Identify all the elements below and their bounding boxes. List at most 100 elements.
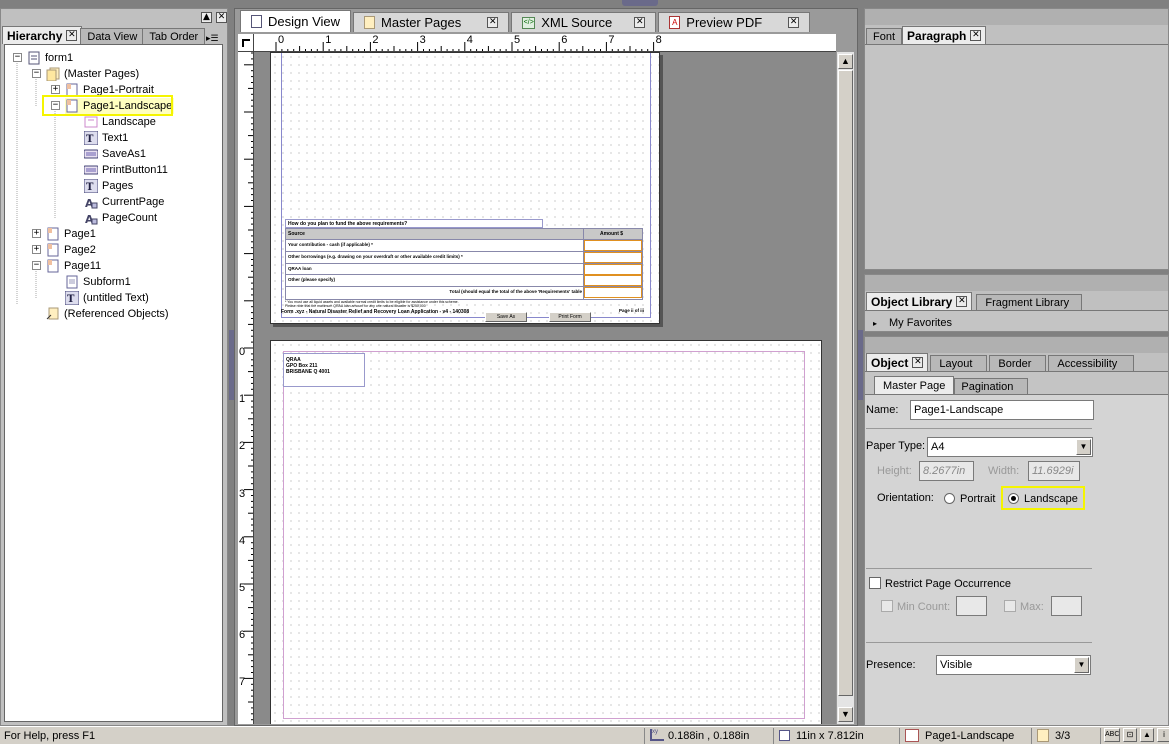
close-tab-icon[interactable]: ✕ [487, 17, 499, 28]
ruler-tick-label: 2 [372, 34, 379, 46]
close-tab-icon[interactable]: ✕ [956, 296, 968, 307]
close-tab-icon[interactable]: ✕ [634, 17, 646, 28]
subtab-pagination[interactable]: Pagination [954, 378, 1029, 394]
tab-tab-order[interactable]: Tab Order [142, 28, 206, 44]
tab-layout[interactable]: Layout [930, 355, 988, 371]
tree-node-label: Page11 [64, 260, 102, 272]
form-page-landscape[interactable]: QRAA GPO Box 211 BRISBANE Q 4001 [270, 340, 822, 724]
portrait-radio[interactable] [944, 493, 955, 504]
spell-check-icon[interactable]: ABC [1104, 728, 1120, 742]
library-item-favorites[interactable]: ▸ My Favorites [873, 317, 952, 329]
tree-expander-icon[interactable]: − [32, 261, 41, 270]
address-block[interactable]: QRAA GPO Box 211 BRISBANE Q 4001 [283, 353, 365, 387]
close-tab-icon[interactable]: ✕ [66, 30, 78, 41]
amount-input[interactable] [584, 240, 642, 251]
name-field[interactable]: Page1-Landscape [910, 400, 1094, 420]
scroll-up-icon[interactable]: ▲ [838, 54, 853, 69]
tree-expander-icon[interactable]: − [32, 69, 41, 78]
subtab-master-page[interactable]: Master Page [874, 376, 955, 394]
scroll-thumb[interactable] [838, 70, 853, 696]
tab-object[interactable]: Object ✕ [866, 353, 929, 371]
tree-node[interactable]: Page2 [46, 242, 96, 258]
panel-menu-icon[interactable]: ▸☰ [206, 33, 224, 43]
status-separator [899, 728, 900, 744]
top-splitter-handle[interactable] [622, 0, 658, 6]
subtab-master-page-label: Master Page [883, 379, 946, 392]
tab-xml-source[interactable]: </> XML Source ✕ [511, 12, 657, 32]
tree-node[interactable]: Page11 [46, 258, 101, 274]
info-icon[interactable]: i [1157, 728, 1169, 742]
vertical-scrollbar[interactable]: ▲ ▼ [836, 52, 854, 724]
tab-hierarchy[interactable]: Hierarchy ✕ [2, 26, 83, 44]
tree-node[interactable]: Subform1 [65, 274, 131, 290]
amount-input[interactable] [584, 275, 642, 287]
print-form-button[interactable]: Print Form [549, 312, 591, 322]
address-line: BRISBANE Q 4001 [286, 369, 330, 375]
tree-node[interactable]: (Master Pages) [46, 66, 139, 82]
tab-border[interactable]: Border [989, 355, 1047, 371]
library-panel-header [865, 275, 1168, 291]
referenced-objects-icon [46, 307, 60, 321]
tree-expander-icon[interactable]: + [32, 229, 41, 238]
tab-preview-pdf[interactable]: A Preview PDF ✕ [658, 12, 811, 32]
tree-node[interactable]: (Referenced Objects) [46, 306, 169, 322]
ruler-tick-label: 7 [239, 676, 246, 689]
tree-node[interactable]: T (untitled Text) [64, 290, 149, 306]
amount-input[interactable] [584, 251, 642, 263]
tab-master-pages[interactable]: Master Pages ✕ [353, 12, 510, 32]
funding-question: How do you plan to fund the above requir… [285, 219, 543, 228]
presence-select[interactable]: Visible ▼ [936, 655, 1091, 675]
restrict-occurrence-checkbox[interactable] [869, 577, 881, 589]
tree-node-label: Subform1 [83, 276, 131, 288]
close-tab-icon[interactable]: ✕ [970, 30, 982, 41]
max-field[interactable] [1051, 596, 1082, 616]
tree-expander-icon[interactable]: − [13, 53, 22, 62]
width-field[interactable]: 11.6929i [1028, 461, 1080, 481]
tree-node[interactable]: T Pages [83, 178, 133, 194]
close-panel-icon[interactable]: ✕ [216, 12, 227, 23]
tree-node[interactable]: A PageCount [84, 210, 157, 226]
page-count: 3/3 [1055, 730, 1071, 742]
tree-node[interactable]: T Text1 [83, 130, 128, 146]
tree-node[interactable]: PrintButton11 [83, 162, 168, 178]
form-page-portrait[interactable]: How do you plan to fund the above requir… [270, 52, 660, 324]
max-checkbox[interactable] [1004, 600, 1016, 612]
tree-expander-icon[interactable]: + [51, 85, 60, 94]
chevron-down-icon[interactable]: ▼ [1074, 657, 1089, 673]
tab-object-library[interactable]: Object Library ✕ [866, 292, 973, 310]
tree-node[interactable]: form1 [27, 50, 73, 66]
tab-fragment-library[interactable]: Fragment Library [976, 294, 1083, 310]
scroll-down-icon[interactable]: ▼ [838, 707, 853, 722]
amount-total-field[interactable] [584, 287, 642, 298]
min-count-checkbox[interactable] [881, 600, 893, 612]
paper-type-select[interactable]: A4 ▼ [927, 437, 1093, 457]
amount-input[interactable] [584, 263, 642, 275]
min-count-field[interactable] [956, 596, 987, 616]
height-field[interactable]: 8.2677in [919, 461, 974, 481]
tree-expander-icon[interactable]: + [32, 245, 41, 254]
editor-tabs: Design View Master Pages ✕ </> XML Sourc… [240, 10, 811, 32]
right-splitter-handle[interactable] [858, 330, 863, 400]
minimize-panel-icon[interactable]: ▲ [201, 12, 212, 23]
warning-icon[interactable]: ▲ [1140, 728, 1154, 742]
lock-icon[interactable]: ⊡ [1123, 728, 1137, 742]
design-canvas[interactable]: How do you plan to fund the above requir… [254, 52, 836, 724]
status-separator [1100, 728, 1101, 744]
tree-node[interactable]: Page1 [46, 226, 96, 242]
tree-node[interactable]: SaveAs1 [83, 146, 146, 162]
tab-layout-label: Layout [939, 357, 973, 370]
tab-accessibility[interactable]: Accessibility [1048, 355, 1135, 371]
tab-font[interactable]: Font [866, 28, 903, 44]
close-tab-icon[interactable]: ✕ [912, 357, 924, 368]
content-area-icon [84, 115, 98, 129]
tab-design-view[interactable]: Design View [240, 10, 352, 32]
close-tab-icon[interactable]: ✕ [788, 17, 800, 28]
save-as-button[interactable]: Save As [485, 312, 527, 322]
chevron-down-icon[interactable]: ▼ [1076, 439, 1091, 455]
tree-node[interactable]: Landscape [84, 114, 156, 130]
tree-node[interactable]: A CurrentPage [84, 194, 164, 210]
left-splitter-handle[interactable] [229, 330, 234, 400]
tree-node-label: (Referenced Objects) [64, 308, 169, 320]
tab-data-view[interactable]: Data View [80, 28, 145, 44]
tab-paragraph[interactable]: Paragraph ✕ [902, 26, 987, 44]
